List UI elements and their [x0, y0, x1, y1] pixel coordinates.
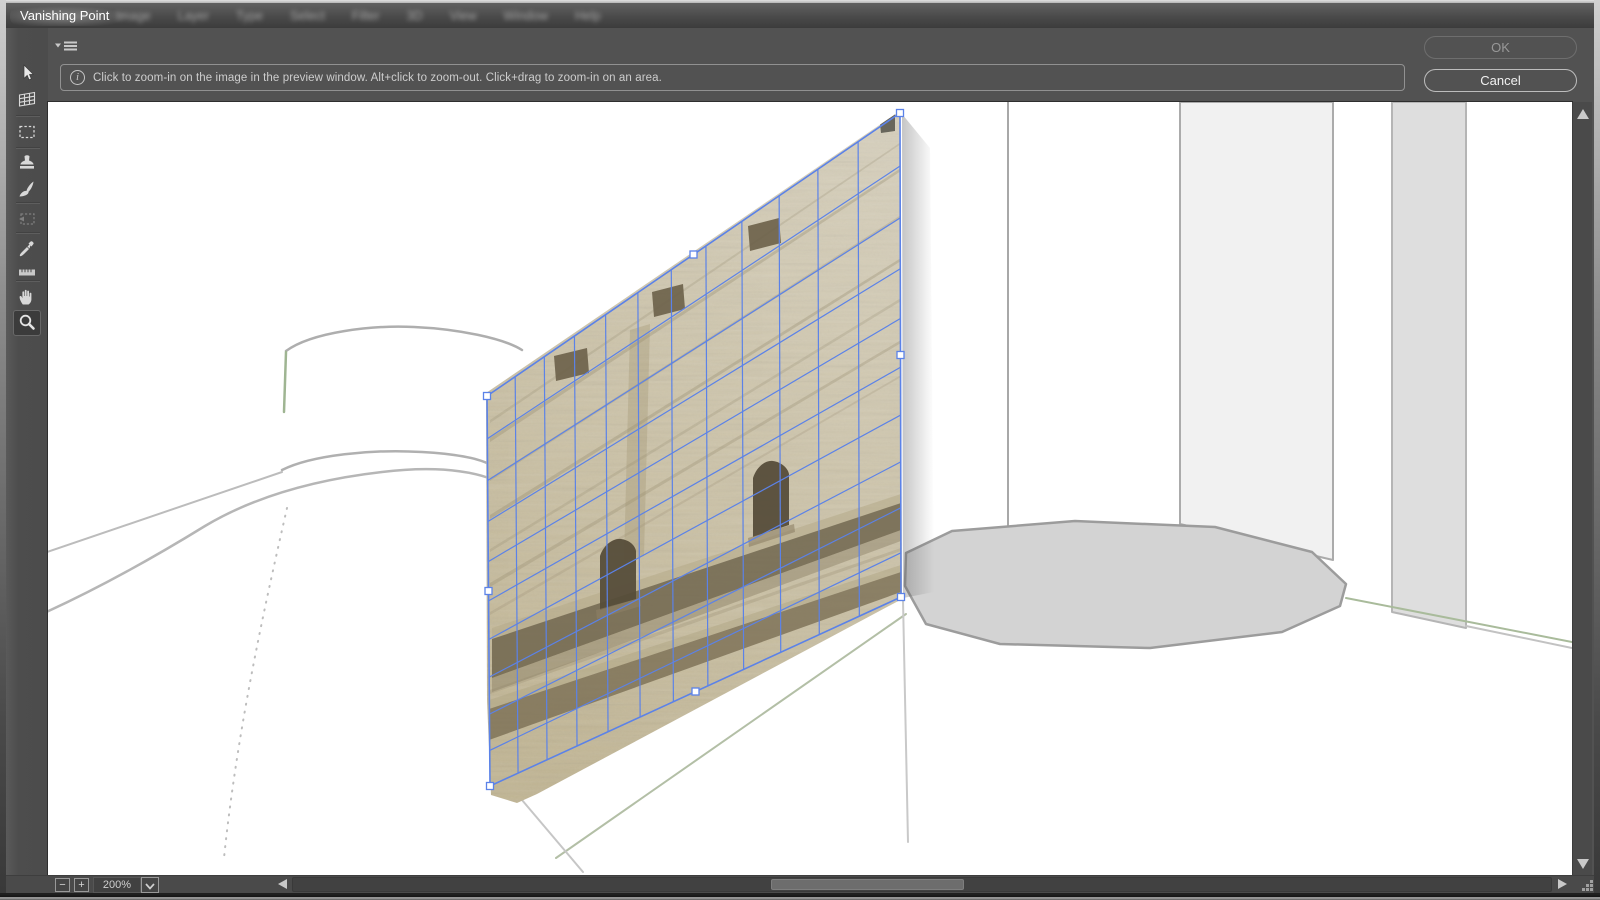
zoom-dropdown-button[interactable] — [141, 877, 159, 893]
info-bar-text: Click to zoom-in on the image in the pre… — [93, 72, 662, 84]
chevron-down-icon — [142, 879, 158, 893]
menu-ghost-item: Image — [116, 9, 151, 23]
zoom-in-button[interactable]: + — [74, 878, 89, 892]
brush-icon — [16, 178, 38, 200]
cancel-button[interactable]: Cancel — [1424, 69, 1577, 92]
menu-ghost-item: 3D — [407, 9, 423, 23]
hand-tool[interactable] — [13, 284, 41, 310]
window-arch-left — [600, 539, 636, 610]
dialog-title: Vanishing Point — [10, 6, 129, 26]
grid-corner-handle[interactable] — [484, 393, 491, 400]
vertical-scrollbar[interactable] — [1572, 102, 1592, 875]
scroll-down-icon[interactable] — [1577, 859, 1589, 869]
menu-ghost-item: Help — [575, 9, 601, 23]
stamp-tool[interactable] — [13, 150, 41, 176]
blurred-menu-bar: Image Layer Type Select Filter 3D View Window He… — [116, 9, 601, 23]
info-bar: i Click to zoom-in on the image in the p… — [60, 64, 1405, 91]
menu-ghost-item: Window — [504, 9, 548, 23]
zoom-level-field[interactable]: 200% — [93, 877, 141, 893]
toolbar-separator — [16, 115, 40, 117]
grid-edge-handle[interactable] — [897, 352, 904, 359]
title-bar: Vanishing Point Image Layer Type Select Filt… — [6, 3, 1594, 28]
vanishing-point-dialog: Vanishing Point Image Layer Type Select Filt… — [0, 0, 1600, 900]
scroll-up-icon[interactable] — [1577, 109, 1589, 119]
grid-edge-handle[interactable] — [692, 688, 699, 695]
grid-corner-handle[interactable] — [487, 783, 494, 790]
grid-edge-handle[interactable] — [690, 251, 697, 258]
tool-palette — [6, 28, 48, 875]
menu-ghost-item: Type — [236, 9, 263, 23]
zoom-out-button[interactable]: − — [55, 878, 70, 892]
pillar-right — [1392, 102, 1466, 628]
dashed-rect-icon — [16, 121, 38, 143]
stamp-icon — [16, 152, 38, 174]
zoom-tool[interactable] — [13, 310, 41, 336]
grid-edge-handle[interactable] — [485, 588, 492, 595]
image-edge-shade — [902, 114, 934, 598]
toolbar-separator — [16, 232, 40, 234]
wall-panel-right — [1180, 102, 1333, 560]
toolbar-separator — [16, 202, 40, 204]
ok-button[interactable]: OK — [1424, 36, 1577, 59]
edit-plane-tool[interactable] — [13, 60, 41, 86]
transform-tool[interactable] — [13, 206, 41, 232]
hand-icon — [16, 286, 38, 308]
preview-canvas[interactable] — [48, 102, 1572, 875]
grid-corner-handle[interactable] — [898, 594, 905, 601]
eyedropper-icon — [16, 238, 38, 260]
toolbar-separator — [16, 280, 40, 282]
marquee-tool[interactable] — [13, 119, 41, 145]
menu-ghost-item: Select — [290, 9, 325, 23]
menu-ghost-item: Layer — [178, 9, 209, 23]
menu-ghost-item: Filter — [352, 9, 380, 23]
flyout-menu-button[interactable] — [54, 39, 80, 53]
status-bar: − + 200% — [6, 875, 1594, 893]
magnifier-icon — [16, 312, 38, 334]
scroll-right-icon[interactable] — [1558, 879, 1567, 889]
preview-scene[interactable] — [48, 102, 1572, 875]
resize-grip[interactable] — [1576, 876, 1598, 894]
brush-tool[interactable] — [13, 176, 41, 202]
arrow-cursor-icon — [16, 62, 38, 84]
menu-ghost-item: View — [450, 9, 477, 23]
window-frame-bottom — [0, 893, 1600, 900]
horizontal-scrollbar[interactable] — [292, 877, 1552, 892]
scroll-left-icon[interactable] — [278, 879, 287, 889]
horizontal-scrollbar-thumb[interactable] — [771, 879, 964, 890]
info-circle-icon: i — [70, 70, 85, 85]
perspective-grid-icon — [16, 88, 38, 110]
toolbar-separator — [16, 147, 40, 149]
flyout-menu-icon — [54, 39, 80, 53]
create-plane-tool[interactable] — [13, 86, 41, 112]
grid-corner-handle[interactable] — [897, 110, 904, 117]
window-arch-right — [753, 461, 789, 537]
transform-rect-icon — [16, 208, 38, 230]
window-frame-right — [1594, 0, 1600, 900]
